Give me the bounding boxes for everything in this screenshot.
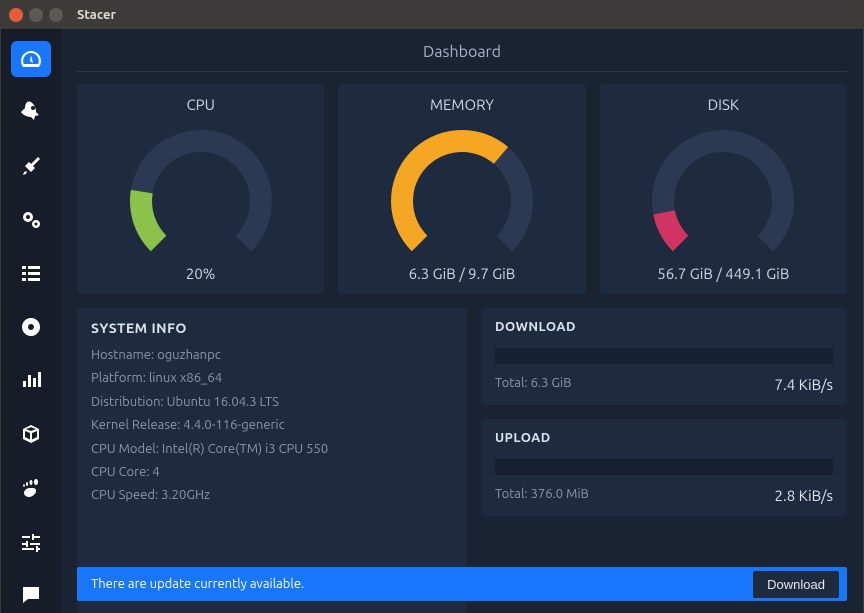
sidebar-item-cleaner[interactable] xyxy=(11,148,51,184)
cpu-value: 20% xyxy=(186,265,216,282)
sidebar-item-feedback[interactable] xyxy=(11,577,51,613)
update-message: There are update currently available. xyxy=(91,577,304,591)
message-icon xyxy=(19,583,43,607)
window-minimize-button[interactable] xyxy=(29,8,43,22)
sidebar xyxy=(1,29,61,613)
disc-icon xyxy=(19,315,43,339)
sysinfo-hostname: Hostname: oguzhanpc xyxy=(91,344,453,367)
gauges-row: CPU 20% MEMORY 6.3 GiB / 9.7 GiB DISK 56… xyxy=(77,84,847,294)
window-close-button[interactable] xyxy=(9,8,23,22)
sidebar-item-processes[interactable] xyxy=(11,256,51,292)
sysinfo-platform: Platform: linux x86_64 xyxy=(91,367,453,390)
sysinfo-cpumodel: CPU Model: Intel(R) Core(TM) i3 CPU 550 xyxy=(91,438,453,461)
memory-gauge xyxy=(372,121,552,261)
sidebar-item-packages[interactable] xyxy=(11,416,51,452)
disk-title: DISK xyxy=(708,96,739,113)
sidebar-item-uninstaller[interactable] xyxy=(11,309,51,345)
window-maximize-button[interactable] xyxy=(49,8,63,22)
cpu-title: CPU xyxy=(186,96,214,113)
sidebar-item-services[interactable] xyxy=(11,202,51,238)
download-bar xyxy=(495,348,833,364)
disk-card: DISK 56.7 GiB / 449.1 GiB xyxy=(600,84,847,294)
sidebar-item-resources[interactable] xyxy=(11,363,51,399)
sysinfo-cpuspeed: CPU Speed: 3.20GHz xyxy=(91,484,453,507)
upload-card: UPLOAD Total: 376.0 MiB 2.8 KiB/s xyxy=(481,419,847,516)
cpu-gauge xyxy=(111,121,291,261)
sidebar-item-gnome[interactable] xyxy=(11,470,51,506)
system-info-title: SYSTEM INFO xyxy=(91,320,453,336)
download-total: Total: 6.3 GiB xyxy=(495,376,571,393)
upload-rate: 2.8 KiB/s xyxy=(775,487,833,504)
sidebar-item-dashboard[interactable] xyxy=(11,41,51,77)
sidebar-item-startup[interactable] xyxy=(11,95,51,131)
gauge-icon xyxy=(19,47,43,71)
page-title: Dashboard xyxy=(77,43,847,72)
sysinfo-distribution: Distribution: Ubuntu 16.04.3 LTS xyxy=(91,391,453,414)
upload-bar xyxy=(495,459,833,475)
bar-chart-icon xyxy=(19,369,43,393)
rocket-icon xyxy=(19,100,43,124)
sidebar-item-settings[interactable] xyxy=(11,524,51,560)
window-title: Stacer xyxy=(77,8,116,22)
upload-total: Total: 376.0 MiB xyxy=(495,487,589,504)
sysinfo-kernel: Kernel Release: 4.4.0-116-generic xyxy=(91,414,453,437)
memory-title: MEMORY xyxy=(430,96,494,113)
upload-title: UPLOAD xyxy=(495,431,833,445)
download-title: DOWNLOAD xyxy=(495,320,833,334)
download-card: DOWNLOAD Total: 6.3 GiB 7.4 KiB/s xyxy=(481,308,847,405)
memory-card: MEMORY 6.3 GiB / 9.7 GiB xyxy=(338,84,585,294)
update-bar: There are update currently available. Do… xyxy=(77,567,847,601)
broom-icon xyxy=(19,154,43,178)
download-rate: 7.4 KiB/s xyxy=(775,376,833,393)
gears-icon xyxy=(19,208,43,232)
titlebar: Stacer xyxy=(1,1,863,29)
disk-gauge xyxy=(633,121,813,261)
disk-value: 56.7 GiB / 449.1 GiB xyxy=(657,265,789,282)
sysinfo-cpucore: CPU Core: 4 xyxy=(91,461,453,484)
package-icon xyxy=(19,422,43,446)
list-icon xyxy=(19,261,43,285)
gnome-icon xyxy=(19,476,43,500)
download-button[interactable]: Download xyxy=(753,571,839,598)
sliders-icon xyxy=(19,530,43,554)
cpu-card: CPU 20% xyxy=(77,84,324,294)
memory-value: 6.3 GiB / 9.7 GiB xyxy=(409,265,516,282)
